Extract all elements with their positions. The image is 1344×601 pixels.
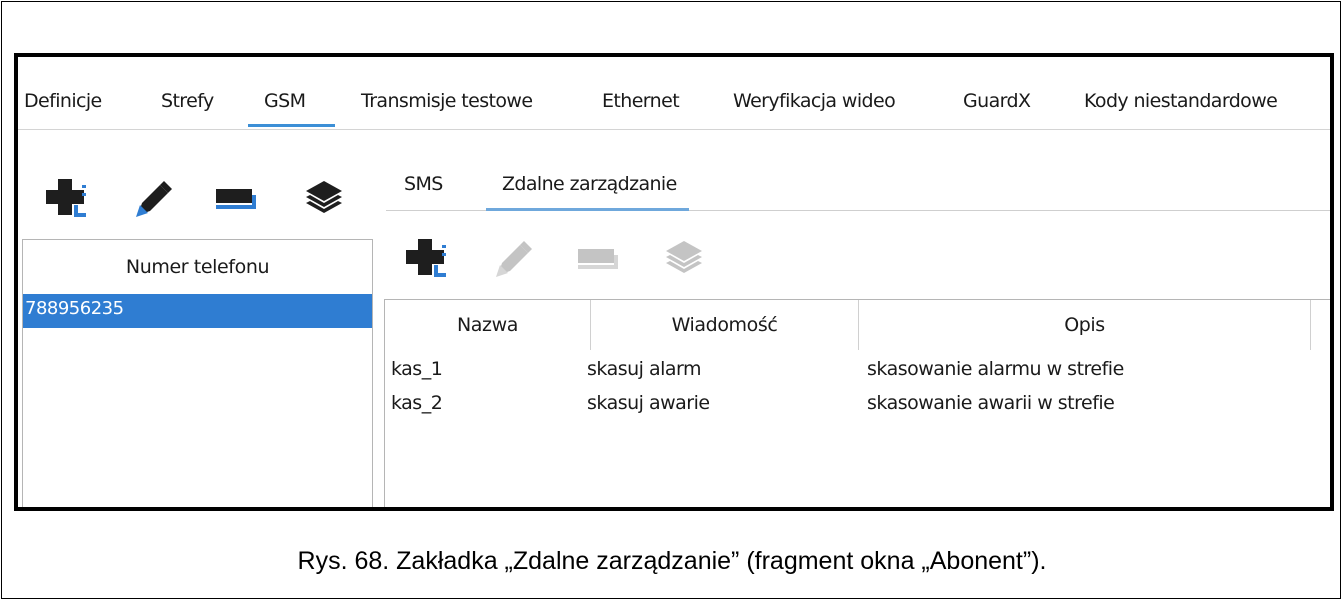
tab-zdalne-zarzadzanie[interactable]: Zdalne zarządzanie: [486, 173, 689, 211]
tab-gsm[interactable]: GSM: [247, 90, 337, 127]
layers-icon: [662, 235, 706, 279]
add-icon[interactable]: [44, 175, 88, 219]
phone-number-list: Numer telefonu 788956235: [22, 239, 373, 507]
add-icon[interactable]: [404, 235, 448, 279]
tab-guardx[interactable]: GuardX: [963, 90, 1031, 112]
sub-tab-bar: SMS Zdalne zarządzanie: [386, 157, 1330, 211]
right-toolbar: [398, 235, 758, 279]
delete-icon[interactable]: [214, 175, 258, 219]
commands-table: Nazwa Wiadomość Opis kas_1 skasuj alarm …: [384, 299, 1330, 507]
table-row[interactable]: kas_2 skasuj awarie skasowanie awarii w …: [385, 386, 1330, 420]
table-row[interactable]: kas_1 skasuj alarm skasowanie alarmu w s…: [385, 352, 1330, 386]
cell-nazwa: kas_2: [391, 392, 443, 414]
phone-number-row[interactable]: 788956235: [23, 294, 372, 328]
column-header-wiadomosc[interactable]: Wiadomość: [591, 300, 859, 350]
phone-number-header[interactable]: Numer telefonu: [23, 240, 372, 294]
cell-nazwa: kas_1: [391, 358, 443, 380]
column-header-opis[interactable]: Opis: [859, 300, 1311, 350]
tab-sms[interactable]: SMS: [404, 173, 443, 195]
cell-wiadomosc: skasuj awarie: [587, 392, 710, 414]
cell-opis: skasowanie alarmu w strefie: [867, 358, 1124, 380]
tab-definicje[interactable]: Definicje: [24, 90, 102, 112]
figure-caption: Rys. 68. Zakładka „Zdalne zarządzanie” (…: [297, 547, 1047, 575]
layers-icon[interactable]: [302, 175, 346, 219]
cell-opis: skasowanie awarii w strefie: [867, 392, 1115, 414]
main-tab-bar: Definicje Strefy GSM Transmisje testowe …: [18, 57, 1330, 130]
edit-icon[interactable]: [130, 175, 174, 219]
subscriber-window: Definicje Strefy GSM Transmisje testowe …: [14, 53, 1334, 511]
table-header: Nazwa Wiadomość Opis: [385, 300, 1330, 350]
left-toolbar: [18, 175, 378, 219]
tab-kody-niestandardowe[interactable]: Kody niestandardowe: [1084, 90, 1278, 112]
tab-strefy[interactable]: Strefy: [161, 90, 214, 112]
edit-icon: [490, 235, 534, 279]
tab-transmisje-testowe[interactable]: Transmisje testowe: [361, 90, 533, 112]
column-header-nazwa[interactable]: Nazwa: [385, 300, 591, 350]
delete-icon: [576, 235, 620, 279]
cell-wiadomosc: skasuj alarm: [587, 358, 702, 380]
tab-weryfikacja-wideo[interactable]: Weryfikacja wideo: [733, 90, 896, 112]
tab-ethernet[interactable]: Ethernet: [602, 90, 680, 112]
